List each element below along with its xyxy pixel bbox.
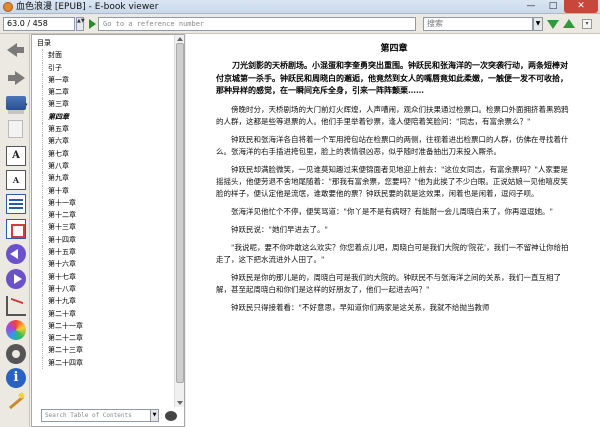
close-button[interactable]: ✕: [564, 0, 598, 13]
position-spinner[interactable]: ▲▼: [76, 17, 85, 31]
go-arrow-icon[interactable]: [87, 18, 97, 30]
toolbar: 63.0 / 458 ▲▼ Go to a reference number 搜…: [0, 14, 600, 34]
toc-item[interactable]: 第二章: [32, 86, 175, 99]
scroll-thumb[interactable]: [176, 43, 184, 383]
font-larger-icon[interactable]: A: [6, 146, 26, 166]
toc-item[interactable]: 第十九章: [32, 295, 175, 308]
toc-item[interactable]: 第三章: [32, 98, 175, 111]
toc-item[interactable]: 第八章: [32, 159, 175, 173]
paragraph: 钟跃民说："她们早进去了。": [231, 224, 328, 234]
maximize-button[interactable]: □: [542, 0, 564, 13]
toc-item[interactable]: 第六章: [32, 135, 175, 148]
paragraph: 钟跃民是你的那儿是的，周晓白可是我们的大院的。钟跃民不与张海洋之间的关系，我们一…: [216, 272, 561, 294]
toc-item[interactable]: 第四章: [32, 110, 175, 124]
toc-item[interactable]: 第二十四章: [32, 356, 175, 370]
toc-item[interactable]: 第十三章: [32, 221, 175, 234]
window-controls: — □ ✕: [520, 0, 598, 13]
app-icon: [3, 2, 13, 12]
scroll-up-icon[interactable]: [177, 37, 183, 41]
table-of-contents-panel: 目录 封面 引子 第一章 第二章 第三章 第四章 第五章 第六章 第七章 第八章 第九章 第十章 第十一…: [31, 34, 185, 427]
font-smaller-icon[interactable]: A: [6, 170, 26, 190]
toc-item[interactable]: 第二十三章: [32, 344, 175, 357]
toc-item[interactable]: 第十五章: [32, 246, 175, 259]
paragraph: 钟跃民却满脸微笑，一见谁莫知趣过来便锦面者见地迎上前去："这位女同志，有富余票吗…: [216, 164, 568, 198]
toc-search-dropdown[interactable]: ▼: [150, 409, 159, 422]
toc-item[interactable]: 第一章: [32, 73, 175, 87]
toc-list: 目录 封面 引子 第一章 第二章 第三章 第四章 第五章 第六章 第七章 第八章 第九章 第十章 第十一…: [32, 35, 175, 407]
minimize-button[interactable]: —: [520, 0, 542, 13]
toc-item[interactable]: 第十二章: [32, 209, 175, 222]
toc-item[interactable]: 第十四章: [32, 233, 175, 247]
toolbar-menu-button[interactable]: ▾: [582, 19, 592, 29]
previous-page-icon[interactable]: [6, 244, 26, 264]
toc-item[interactable]: 第十一章: [32, 196, 175, 210]
find-next-icon[interactable]: [547, 20, 559, 29]
search-dropdown-button[interactable]: ▼: [533, 17, 543, 31]
gear-icon[interactable]: [6, 344, 26, 364]
magic-wand-icon[interactable]: [6, 392, 26, 412]
toc-item[interactable]: 第十章: [32, 184, 175, 197]
toc-item[interactable]: 第二十二章: [32, 332, 175, 345]
open-book-icon[interactable]: [6, 96, 26, 114]
theme-palette-icon[interactable]: [6, 320, 26, 340]
page-icon[interactable]: [8, 120, 23, 138]
toc-item[interactable]: 第七章: [32, 147, 175, 160]
tool-sidebar: ▾ A A i: [0, 34, 30, 427]
paragraph: 钟跃民和张海洋各自将着一个军用挎包站在检票口的两侧，往视着进出检票口的人群，仿佛…: [216, 134, 569, 156]
toc-item[interactable]: 第二十章: [32, 307, 175, 320]
toc-item[interactable]: 第五章: [32, 123, 175, 136]
info-icon[interactable]: i: [6, 368, 26, 388]
reader-view[interactable]: 第四章 刀光剑影的天桥剧场。小混蛋和李奎勇突出重围。钟跃民和张海洋的一次突袭行动…: [186, 34, 600, 427]
toc-item[interactable]: 第二十一章: [32, 319, 175, 333]
reference-mode-icon[interactable]: [6, 296, 26, 316]
next-page-icon[interactable]: [6, 269, 26, 289]
toc-item[interactable]: 引子: [32, 61, 175, 74]
paragraph: "我说呢，要不你咋敢这么欢实？你您着点儿吧，周晓白可是我们大院的'院花'，我们一…: [216, 242, 569, 264]
find-previous-icon[interactable]: [563, 19, 575, 28]
toc-item[interactable]: 第十六章: [32, 258, 175, 271]
paragraph: 傍晚时分，天桥剧场的大门前灯火辉煌，人声嘈闹，观众们扶果通过检票口。检票口外面拥…: [216, 104, 569, 126]
forward-arrow-icon[interactable]: [6, 68, 26, 88]
chapter-title: 第四章: [380, 44, 408, 54]
chevron-down-icon[interactable]: ▾: [25, 102, 28, 108]
chapter-content: 第四章 刀光剑影的天桥剧场。小混蛋和李奎勇突出重围。钟跃民和张海洋的一次突袭行动…: [216, 42, 572, 320]
search-input[interactable]: 搜索: [423, 17, 533, 31]
scroll-down-icon[interactable]: [177, 401, 183, 405]
title-bar: 血色浪漫 [EPUB] - E-book viewer — □ ✕: [0, 0, 600, 14]
toc-item[interactable]: 封面: [32, 49, 175, 62]
paragraph: 张海洋见他忙个不停，便笑骂道："你丫是不是有病呀？有能耐一会儿周晓白来了，你再逗…: [231, 206, 553, 216]
binoculars-icon[interactable]: [165, 411, 177, 421]
position-input[interactable]: 63.0 / 458: [3, 17, 75, 31]
chapter-summary: 刀光剑影的天桥剧场。小混蛋和李奎勇突出重围。钟跃民和张海洋的一次突袭行动，两条短…: [216, 60, 568, 95]
window-title: 血色浪漫 [EPUB] - E-book viewer: [16, 2, 159, 12]
toc-root[interactable]: 目录: [32, 37, 175, 49]
toc-search-input[interactable]: Search Table of Contents: [41, 409, 151, 422]
toc-item[interactable]: 第十七章: [32, 270, 175, 283]
toc-toggle-icon[interactable]: [6, 194, 26, 214]
toc-item[interactable]: 第十八章: [32, 282, 175, 296]
paragraph: 钟跃民只得接着看："不好意思，早知道你们两家是这关系，我就不给抛当教师: [231, 302, 490, 312]
toc-scrollbar[interactable]: [174, 35, 184, 407]
reference-input[interactable]: Go to a reference number: [98, 17, 416, 31]
back-arrow-icon[interactable]: [6, 40, 26, 60]
toc-item[interactable]: 第九章: [32, 172, 175, 185]
fullscreen-icon[interactable]: [6, 219, 26, 239]
